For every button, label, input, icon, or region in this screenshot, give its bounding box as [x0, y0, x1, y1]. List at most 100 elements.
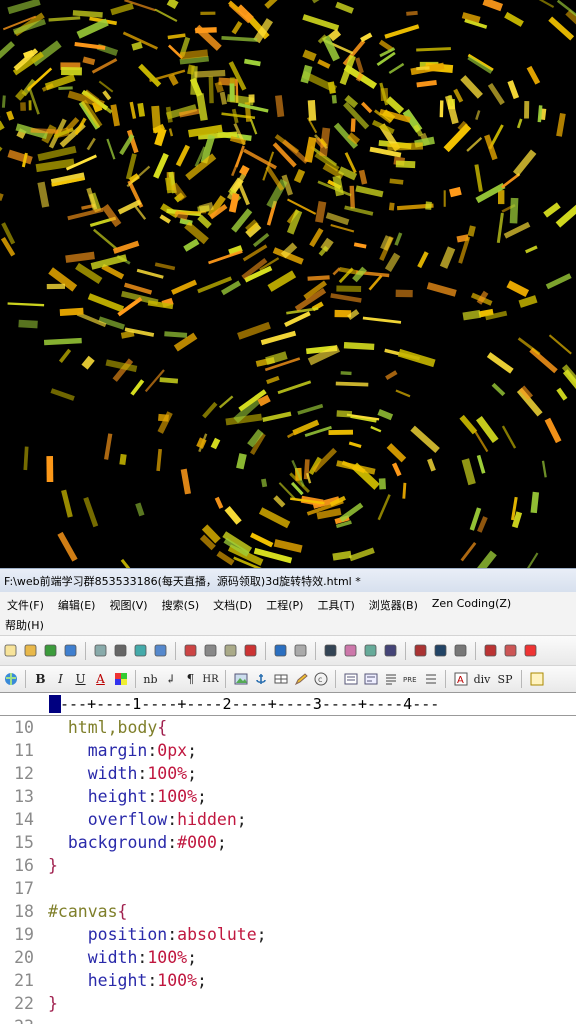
- code-token: {: [117, 902, 128, 921]
- paragraph-button[interactable]: ¶: [182, 671, 199, 688]
- code-line[interactable]: 16}: [0, 854, 576, 877]
- particle-streak: [180, 468, 192, 495]
- print-icon[interactable]: [112, 642, 129, 659]
- list-icon[interactable]: [342, 671, 359, 688]
- particle-streak: [556, 113, 566, 137]
- code-line[interactable]: 18 #canvas{: [0, 900, 576, 923]
- particle-streak: [198, 202, 214, 214]
- code-line[interactable]: 23: [0, 1015, 576, 1024]
- menu-item[interactable]: 编辑(E): [51, 594, 103, 614]
- line-number: 20: [14, 948, 34, 967]
- span-button[interactable]: SP: [495, 671, 515, 688]
- color-palette-icon[interactable]: [112, 671, 129, 688]
- heading-icon[interactable]: [432, 642, 449, 659]
- particle-streak: [416, 47, 451, 52]
- menu-help[interactable]: 帮助(H): [0, 614, 51, 634]
- code-line[interactable]: 20 width:100%;: [0, 946, 576, 969]
- code-line[interactable]: 17: [0, 877, 576, 900]
- particle-streak: [526, 552, 539, 568]
- copy-icon[interactable]: [202, 642, 219, 659]
- horizontal-rule-button[interactable]: HR: [202, 671, 219, 688]
- particle-streak: [517, 337, 541, 356]
- menu-item[interactable]: 视图(V): [102, 594, 154, 614]
- bold-button[interactable]: B: [32, 671, 49, 688]
- code-line[interactable]: 21 height:100%;: [0, 969, 576, 992]
- code-line[interactable]: 11 margin:0px;: [0, 739, 576, 762]
- redo-icon[interactable]: [292, 642, 309, 659]
- particle-streak: [214, 81, 224, 93]
- indent-icon[interactable]: [382, 642, 399, 659]
- find-icon[interactable]: [322, 642, 339, 659]
- line-numbers-icon[interactable]: [482, 642, 499, 659]
- div-button[interactable]: div: [472, 671, 492, 688]
- pre-tag-icon[interactable]: PRE: [402, 671, 419, 688]
- form-icon[interactable]: [362, 671, 379, 688]
- particle-streak: [370, 425, 382, 433]
- code-line[interactable]: 22}: [0, 992, 576, 1015]
- copyright-icon[interactable]: c: [312, 671, 329, 688]
- text-style-icon[interactable]: A: [452, 671, 469, 688]
- spellcheck-icon[interactable]: [132, 642, 149, 659]
- globe-icon[interactable]: [2, 671, 19, 688]
- particle-streak: [168, 44, 184, 60]
- italic-button[interactable]: I: [52, 671, 69, 688]
- wrap-icon[interactable]: [452, 642, 469, 659]
- text-block-icon[interactable]: [382, 671, 399, 688]
- table-icon[interactable]: [272, 671, 289, 688]
- line-break-button[interactable]: ↲: [162, 671, 179, 688]
- open-folder-icon[interactable]: [22, 642, 39, 659]
- menu-item[interactable]: 浏览器(B): [362, 594, 425, 614]
- save-icon[interactable]: [42, 642, 59, 659]
- code-line[interactable]: 10 html,body{: [0, 716, 576, 739]
- print-preview-icon[interactable]: [92, 642, 109, 659]
- underline-button[interactable]: U: [72, 671, 89, 688]
- code-line[interactable]: 15 background:#000;: [0, 831, 576, 854]
- font-tag-icon[interactable]: [422, 671, 439, 688]
- font-size-icon[interactable]: [412, 642, 429, 659]
- code-token: width: [87, 764, 138, 783]
- cut-icon[interactable]: [182, 642, 199, 659]
- code-line[interactable]: 13 height:100%;: [0, 785, 576, 808]
- anchor-icon[interactable]: [252, 671, 269, 688]
- particle-streak: [462, 309, 481, 321]
- browser-preview-icon[interactable]: [152, 642, 169, 659]
- code-token: ;: [216, 833, 227, 852]
- code-token: overflow: [87, 810, 168, 829]
- font-color-button[interactable]: A: [92, 671, 109, 688]
- code-token: ;: [236, 810, 247, 829]
- image-icon[interactable]: [232, 671, 249, 688]
- particle-streak: [184, 221, 209, 245]
- particle-streak: [307, 275, 330, 281]
- undo-icon[interactable]: [272, 642, 289, 659]
- new-file-icon[interactable]: [2, 642, 19, 659]
- particle-streak: [330, 223, 355, 233]
- find-in-files-icon[interactable]: [362, 642, 379, 659]
- particle-streak: [340, 371, 352, 376]
- menu-item[interactable]: 工具(T): [310, 594, 361, 614]
- delete-icon[interactable]: [242, 642, 259, 659]
- paste-icon[interactable]: [222, 642, 239, 659]
- particle-streak: [507, 80, 520, 100]
- particle-streak: [187, 64, 195, 75]
- script-icon[interactable]: [528, 671, 545, 688]
- menu-item[interactable]: 文档(D): [206, 594, 259, 614]
- code-editor[interactable]: 10 html,body{11 margin:0px; 12 width:100%…: [0, 716, 576, 1024]
- menu-item[interactable]: 文件(F): [0, 594, 51, 614]
- menu-item[interactable]: 搜索(S): [155, 594, 207, 614]
- code-line[interactable]: 14 overflow:hidden;: [0, 808, 576, 831]
- particle-streak: [509, 197, 519, 224]
- window-titlebar: F:\web前端学习群853533186(每天直播，源码领取)3d旋转特效.ht…: [0, 568, 576, 592]
- column-icon[interactable]: [502, 642, 519, 659]
- menu-item[interactable]: Zen Coding(Z): [425, 594, 518, 614]
- check-icon[interactable]: [522, 642, 539, 659]
- code-text: width:100%;: [48, 946, 197, 969]
- pencil-icon[interactable]: [292, 671, 309, 688]
- code-line[interactable]: 19 position:absolute;: [0, 923, 576, 946]
- particle-streak: [395, 160, 416, 169]
- nbsp-button[interactable]: nb: [142, 671, 159, 688]
- replace-icon[interactable]: [342, 642, 359, 659]
- code-line[interactable]: 12 width:100%;: [0, 762, 576, 785]
- particle-streak: [525, 245, 538, 254]
- save-all-icon[interactable]: [62, 642, 79, 659]
- menu-item[interactable]: 工程(P): [259, 594, 310, 614]
